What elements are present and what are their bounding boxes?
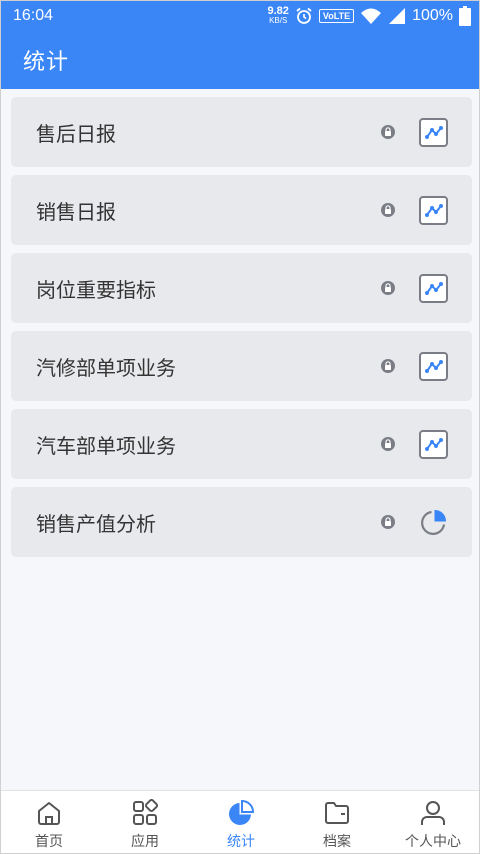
nav-label: 个人中心 bbox=[405, 834, 461, 850]
network-speed: 9.82 KB/S bbox=[267, 5, 289, 26]
app-header: 统计 bbox=[1, 31, 479, 89]
list-item[interactable]: 销售日报 bbox=[11, 175, 472, 245]
status-time: 16:04 bbox=[13, 7, 54, 24]
nav-item-profile[interactable]: 个人中心 bbox=[385, 791, 479, 853]
list-item[interactable]: 汽车部单项业务 bbox=[11, 409, 472, 479]
nav-item-statistics[interactable]: 统计 bbox=[193, 791, 289, 853]
alarm-icon bbox=[296, 7, 312, 24]
nav-item-apps[interactable]: 应用 bbox=[97, 791, 193, 853]
lock-icon bbox=[381, 437, 395, 451]
wifi-icon bbox=[361, 8, 382, 24]
pie-chart-icon bbox=[229, 799, 255, 825]
list-item[interactable]: 售后日报 bbox=[11, 97, 472, 167]
list-item-label: 销售日报 bbox=[36, 199, 116, 224]
user-icon bbox=[421, 801, 445, 825]
status-icons: 9.82 KB/S VoLTE 100% bbox=[267, 6, 471, 26]
lock-icon bbox=[381, 515, 395, 529]
report-list: 售后日报 销售日报 岗位重要指标 汽修部单项业务 汽车部单项业务 销售产值分析 bbox=[11, 97, 472, 565]
list-item-label: 售后日报 bbox=[36, 121, 116, 146]
volte-badge: VoLTE bbox=[318, 9, 355, 23]
battery-percent: 100% bbox=[412, 7, 453, 24]
line-chart-icon[interactable] bbox=[419, 118, 448, 147]
nav-label: 应用 bbox=[131, 834, 159, 850]
nav-label: 首页 bbox=[35, 834, 63, 850]
line-chart-icon[interactable] bbox=[419, 196, 448, 225]
lock-icon bbox=[381, 359, 395, 373]
network-speed-value: 9.82 bbox=[267, 5, 289, 17]
nav-item-archive[interactable]: 档案 bbox=[289, 791, 385, 853]
cell-signal-icon bbox=[389, 8, 406, 24]
nav-label: 档案 bbox=[323, 834, 351, 850]
pie-chart-icon[interactable] bbox=[419, 508, 448, 537]
folder-icon bbox=[325, 802, 349, 824]
lock-icon bbox=[381, 281, 395, 295]
list-item-label: 汽车部单项业务 bbox=[36, 433, 176, 458]
line-chart-icon[interactable] bbox=[419, 430, 448, 459]
lock-icon bbox=[381, 203, 395, 217]
bottom-nav: 首页 应用 统计 档案 个人中心 bbox=[1, 790, 479, 853]
list-item-label: 岗位重要指标 bbox=[36, 277, 156, 302]
nav-item-home[interactable]: 首页 bbox=[1, 791, 97, 853]
battery-icon bbox=[459, 6, 471, 26]
network-speed-unit: KB/S bbox=[269, 16, 288, 25]
list-item[interactable]: 汽修部单项业务 bbox=[11, 331, 472, 401]
page-title: 统计 bbox=[23, 50, 70, 75]
lock-icon bbox=[381, 125, 395, 139]
list-item[interactable]: 岗位重要指标 bbox=[11, 253, 472, 323]
apps-icon bbox=[133, 799, 159, 825]
list-item-label: 销售产值分析 bbox=[36, 511, 156, 536]
nav-label: 统计 bbox=[227, 834, 255, 850]
list-item[interactable]: 销售产值分析 bbox=[11, 487, 472, 557]
home-icon bbox=[38, 802, 60, 825]
line-chart-icon[interactable] bbox=[419, 274, 448, 303]
app-screen: 16:04 9.82 KB/S VoLTE 100% 统计 售后日报 销售日报 … bbox=[0, 0, 480, 854]
list-item-label: 汽修部单项业务 bbox=[36, 355, 176, 380]
line-chart-icon[interactable] bbox=[419, 352, 448, 381]
status-bar: 16:04 9.82 KB/S VoLTE 100% bbox=[1, 1, 479, 31]
